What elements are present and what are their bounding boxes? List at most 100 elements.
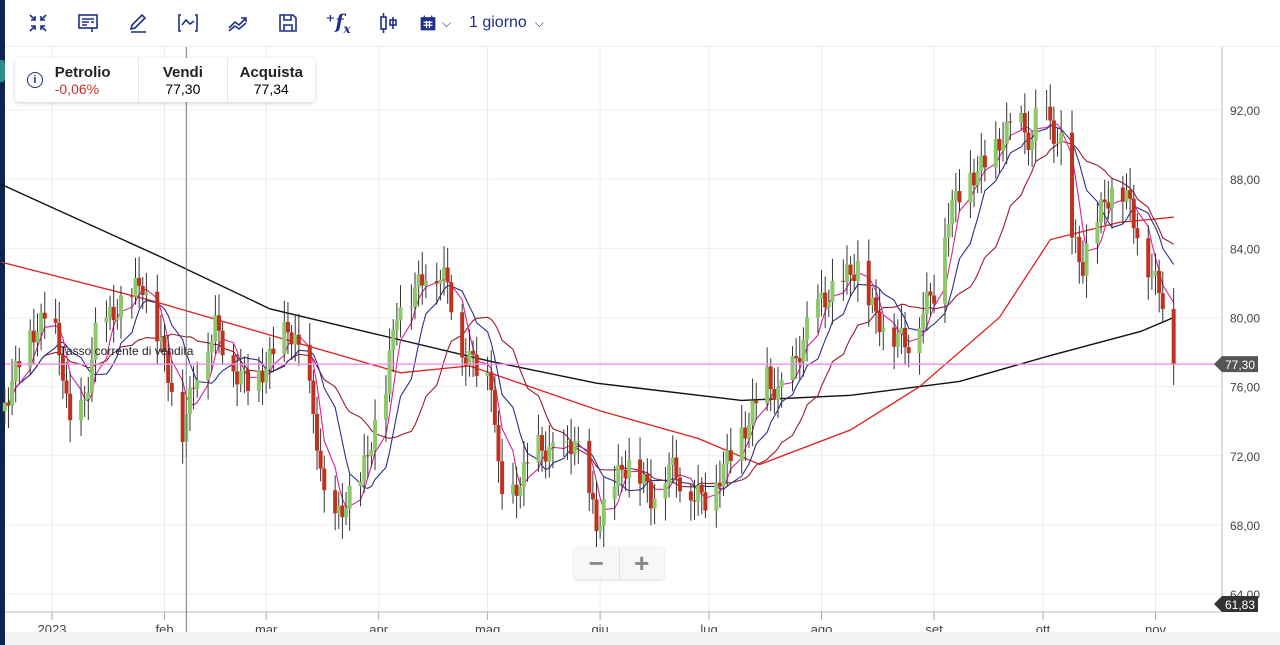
candle-body — [1160, 293, 1165, 309]
candle-body — [674, 457, 679, 478]
candle-body — [688, 491, 693, 501]
candle-body — [536, 435, 541, 463]
candle-body — [53, 318, 58, 323]
candle-body — [1026, 132, 1031, 150]
candle-body — [104, 317, 109, 323]
candle-body — [768, 366, 773, 390]
sell-price-box[interactable]: Vendi 77,30 — [139, 58, 228, 102]
candle-body — [641, 474, 646, 484]
candle-body — [180, 391, 185, 442]
candle-body — [155, 291, 160, 342]
candle-body — [365, 455, 370, 457]
candle-body — [623, 469, 628, 479]
candle-body — [1080, 262, 1085, 276]
candle-body — [1124, 190, 1129, 202]
candle-body — [314, 413, 319, 451]
candle-body — [514, 484, 519, 496]
candle-body — [423, 281, 428, 286]
candle-body — [1099, 199, 1104, 223]
zoom-in-button[interactable]: + — [620, 547, 665, 579]
candle-body — [39, 312, 44, 333]
candle-body — [318, 450, 323, 469]
candle-body — [144, 291, 149, 295]
sell-label: Vendi — [162, 63, 203, 81]
candle-body — [500, 461, 505, 495]
info-icon[interactable]: i — [15, 58, 55, 102]
candle-body — [434, 281, 439, 284]
candle-body — [496, 424, 501, 462]
candle-body — [216, 315, 221, 331]
candle-body — [968, 172, 973, 203]
candle-body — [790, 356, 795, 381]
candle-body — [60, 355, 65, 381]
candle-body — [598, 525, 603, 532]
buy-price-box[interactable]: Acquista 77,34 — [228, 58, 315, 102]
candle-body — [743, 427, 748, 439]
candle-body — [1102, 199, 1107, 203]
candle-body — [449, 282, 454, 313]
candle-body — [246, 369, 251, 391]
candle-body — [31, 330, 36, 343]
candle-body — [953, 191, 958, 200]
candle-body — [612, 486, 617, 500]
candle-body — [220, 330, 225, 356]
candle-body — [333, 490, 338, 514]
candle-body — [703, 492, 708, 511]
candle-body — [271, 348, 276, 355]
candle-body — [928, 291, 933, 296]
candle-body — [895, 333, 900, 347]
sell-price: 77,30 — [165, 80, 201, 97]
candle-body — [746, 425, 751, 439]
candle-body — [133, 277, 138, 297]
candle-body — [717, 482, 722, 487]
candle-body — [950, 199, 955, 225]
candle-body — [565, 441, 570, 443]
candle-body — [438, 279, 443, 284]
candle-body — [972, 172, 977, 186]
instrument-name: Petrolio — [54, 63, 111, 81]
candle-body — [776, 387, 780, 400]
candle-body — [899, 327, 904, 334]
candle-body — [68, 393, 73, 421]
candle-body — [924, 291, 929, 314]
candle-body — [445, 267, 450, 283]
candle-body — [35, 332, 40, 343]
candle-body — [474, 354, 479, 376]
candle-body — [903, 327, 908, 348]
candle-body — [830, 280, 835, 303]
candle-body — [394, 320, 399, 330]
candle-body — [587, 440, 592, 493]
candle-body — [946, 224, 951, 238]
candle-body — [993, 138, 998, 168]
candle-body — [213, 315, 218, 342]
candle-body — [525, 462, 530, 464]
zoom-out-button[interactable]: − — [574, 547, 620, 579]
candle-body — [1171, 308, 1176, 365]
candle-body — [997, 138, 1002, 151]
candle-body — [975, 170, 980, 186]
candle-body — [169, 382, 174, 392]
candle-body — [206, 352, 211, 381]
candle-body — [336, 505, 341, 514]
candle-body — [772, 389, 777, 400]
candle-body — [844, 264, 849, 282]
candle-body — [797, 358, 802, 363]
candle-body — [485, 372, 490, 376]
candle-body — [1051, 120, 1056, 144]
y-tick-label: 88,00 — [1230, 173, 1260, 187]
candle-body — [1048, 106, 1053, 121]
candle-body — [1157, 270, 1162, 294]
candle-body — [420, 274, 425, 286]
candle-body — [264, 368, 269, 383]
candle-body — [1095, 222, 1100, 244]
candle-body — [855, 260, 860, 281]
candle-body — [815, 298, 820, 318]
candle-body — [416, 274, 421, 288]
candle-body — [140, 285, 145, 295]
y-tick-label: 84,00 — [1230, 242, 1260, 256]
candle-body — [1120, 187, 1125, 202]
candle-body — [1077, 236, 1082, 263]
low-price-label: 61,83 — [1225, 598, 1255, 612]
candle-body — [1084, 243, 1089, 276]
candle-body — [881, 327, 886, 333]
